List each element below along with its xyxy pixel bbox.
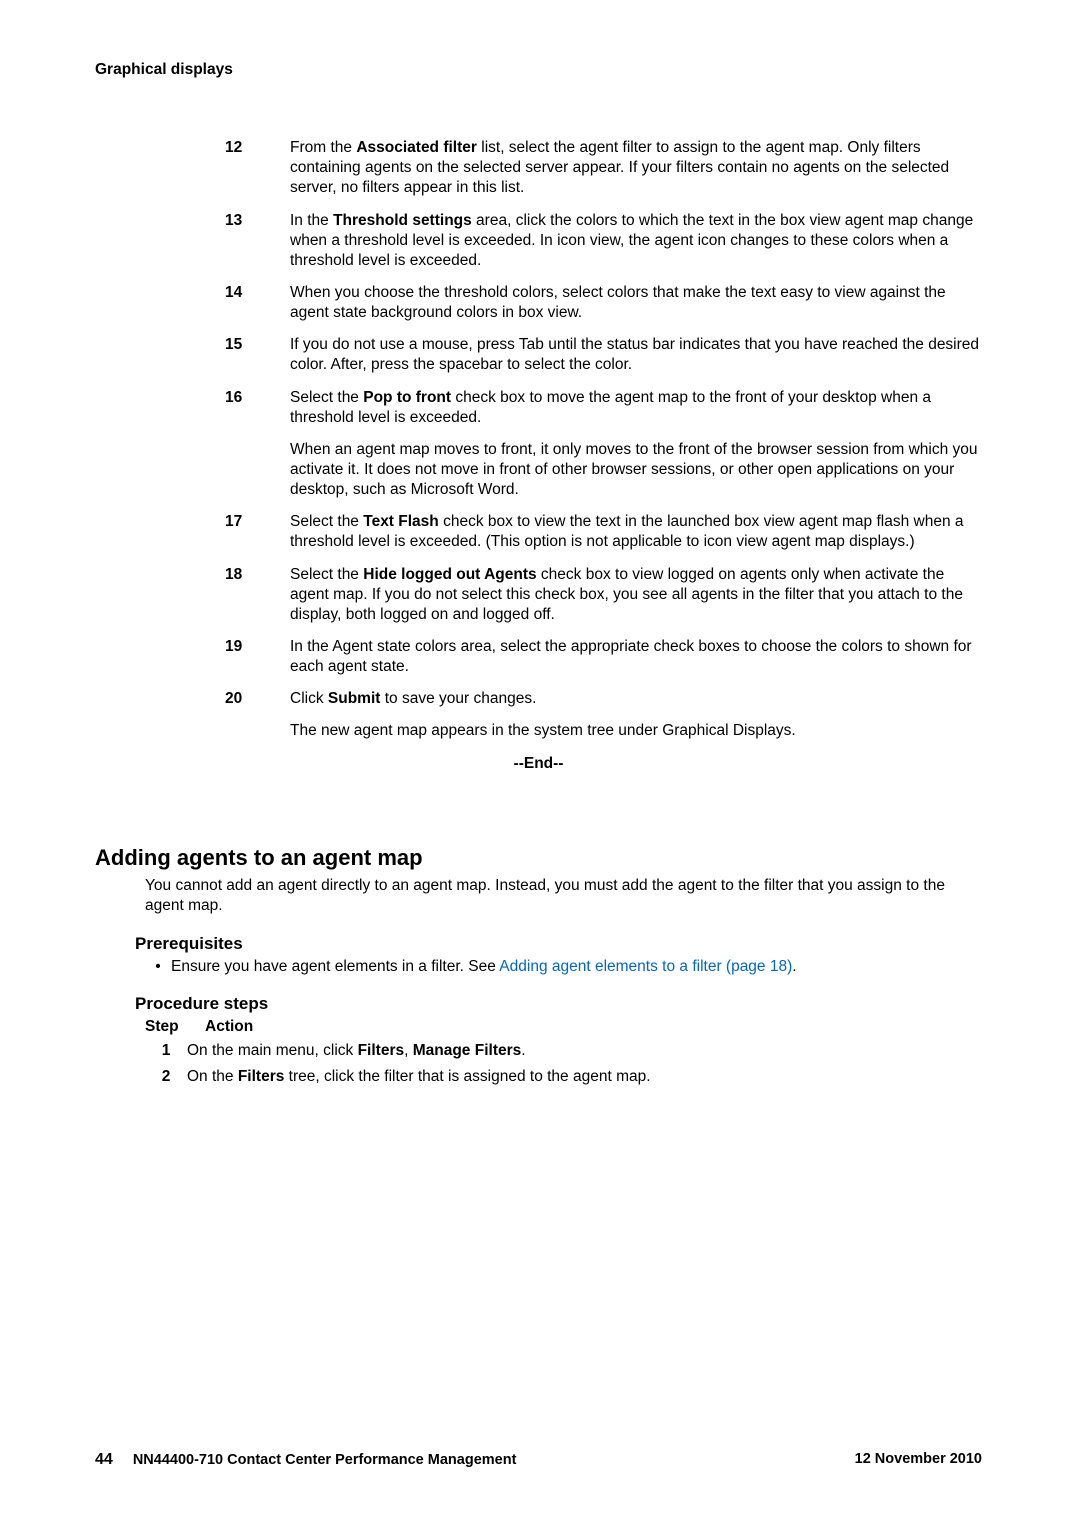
bullet-dot-icon: •	[145, 957, 171, 977]
bullet-list: • Ensure you have agent elements in a fi…	[145, 957, 982, 977]
step-body: In the Threshold settings area, click th…	[290, 211, 982, 271]
step-number: 15	[225, 335, 290, 375]
step-paragraph: From the Associated filter list, select …	[290, 138, 982, 198]
step-body: In the Agent state colors area, select t…	[290, 637, 982, 677]
procedure-step-body: On the main menu, click Filters, Manage …	[187, 1041, 526, 1061]
step-body: Select the Pop to front check box to mov…	[290, 388, 982, 501]
step-row: 15If you do not use a mouse, press Tab u…	[225, 335, 982, 375]
step-body: If you do not use a mouse, press Tab unt…	[290, 335, 982, 375]
bullet-text-plain: Ensure you have agent elements in a filt…	[171, 958, 499, 975]
procedure-header-row: Step Action	[145, 1017, 982, 1037]
step-number: 12	[225, 138, 290, 198]
step-row: 16Select the Pop to front check box to m…	[225, 388, 982, 501]
step-paragraph: If you do not use a mouse, press Tab unt…	[290, 335, 982, 375]
step-paragraph: When you choose the threshold colors, se…	[290, 283, 982, 323]
step-body: Click Submit to save your changes. The ne…	[290, 689, 982, 741]
step-paragraph: In the Threshold settings area, click th…	[290, 211, 982, 271]
procedure-step-body: On the Filters tree, click the filter th…	[187, 1067, 651, 1087]
step-number: 14	[225, 283, 290, 323]
step-row: 19In the Agent state colors area, select…	[225, 637, 982, 677]
page-footer: 44 NN44400-710 Contact Center Performanc…	[95, 1450, 982, 1471]
step-paragraph: Select the Text Flash check box to view …	[290, 512, 982, 552]
procedure-step-number: 2	[145, 1067, 187, 1087]
procedure-header-action: Action	[205, 1017, 253, 1037]
step-number: 13	[225, 211, 290, 271]
step-row: 13In the Threshold settings area, click …	[225, 211, 982, 271]
bullet-text: Ensure you have agent elements in a filt…	[171, 957, 982, 977]
step-body: When you choose the threshold colors, se…	[290, 283, 982, 323]
step-row: 20Click Submit to save your changes. The …	[225, 689, 982, 741]
step-row: 18Select the Hide logged out Agents chec…	[225, 565, 982, 625]
bullet-text-tail: .	[792, 958, 796, 975]
step-number: 18	[225, 565, 290, 625]
section-heading: Adding agents to an agent map	[95, 844, 982, 873]
numbered-step-list: 12From the Associated filter list, selec…	[225, 138, 982, 741]
footer-doc-title: NN44400-710 Contact Center Performance M…	[133, 1452, 517, 1468]
step-body: Select the Hide logged out Agents check …	[290, 565, 982, 625]
step-paragraph: Click Submit to save your changes.	[290, 689, 982, 709]
step-paragraph: In the Agent state colors area, select t…	[290, 637, 982, 677]
procedure-row: 2On the Filters tree, click the filter t…	[145, 1067, 982, 1087]
step-number: 17	[225, 512, 290, 552]
step-number: 16	[225, 388, 290, 501]
step-row: 12From the Associated filter list, selec…	[225, 138, 982, 198]
section-intro: You cannot add an agent directly to an a…	[145, 876, 982, 916]
footer-date: 12 November 2010	[855, 1450, 982, 1471]
step-paragraph: The new agent map appears in the system …	[290, 721, 982, 741]
procedure-step-number: 1	[145, 1041, 187, 1061]
link-adding-agent-elements[interactable]: Adding agent elements to a filter (page …	[499, 958, 792, 975]
prerequisites-heading: Prerequisites	[135, 933, 982, 955]
step-body: From the Associated filter list, select …	[290, 138, 982, 198]
step-row: 14When you choose the threshold colors, …	[225, 283, 982, 323]
procedure-row: 1On the main menu, click Filters, Manage…	[145, 1041, 982, 1061]
bullet-item: • Ensure you have agent elements in a fi…	[145, 957, 982, 977]
page-number: 44	[95, 1451, 113, 1468]
step-paragraph: When an agent map moves to front, it onl…	[290, 440, 982, 500]
end-marker: --End--	[95, 754, 982, 774]
step-paragraph: Select the Hide logged out Agents check …	[290, 565, 982, 625]
step-paragraph: Select the Pop to front check box to mov…	[290, 388, 982, 428]
step-body: Select the Text Flash check box to view …	[290, 512, 982, 552]
section-header: Graphical displays	[95, 60, 982, 80]
step-number: 19	[225, 637, 290, 677]
step-row: 17Select the Text Flash check box to vie…	[225, 512, 982, 552]
procedure-steps-heading: Procedure steps	[135, 993, 982, 1015]
step-number: 20	[225, 689, 290, 741]
procedure-header-step: Step	[145, 1017, 205, 1037]
